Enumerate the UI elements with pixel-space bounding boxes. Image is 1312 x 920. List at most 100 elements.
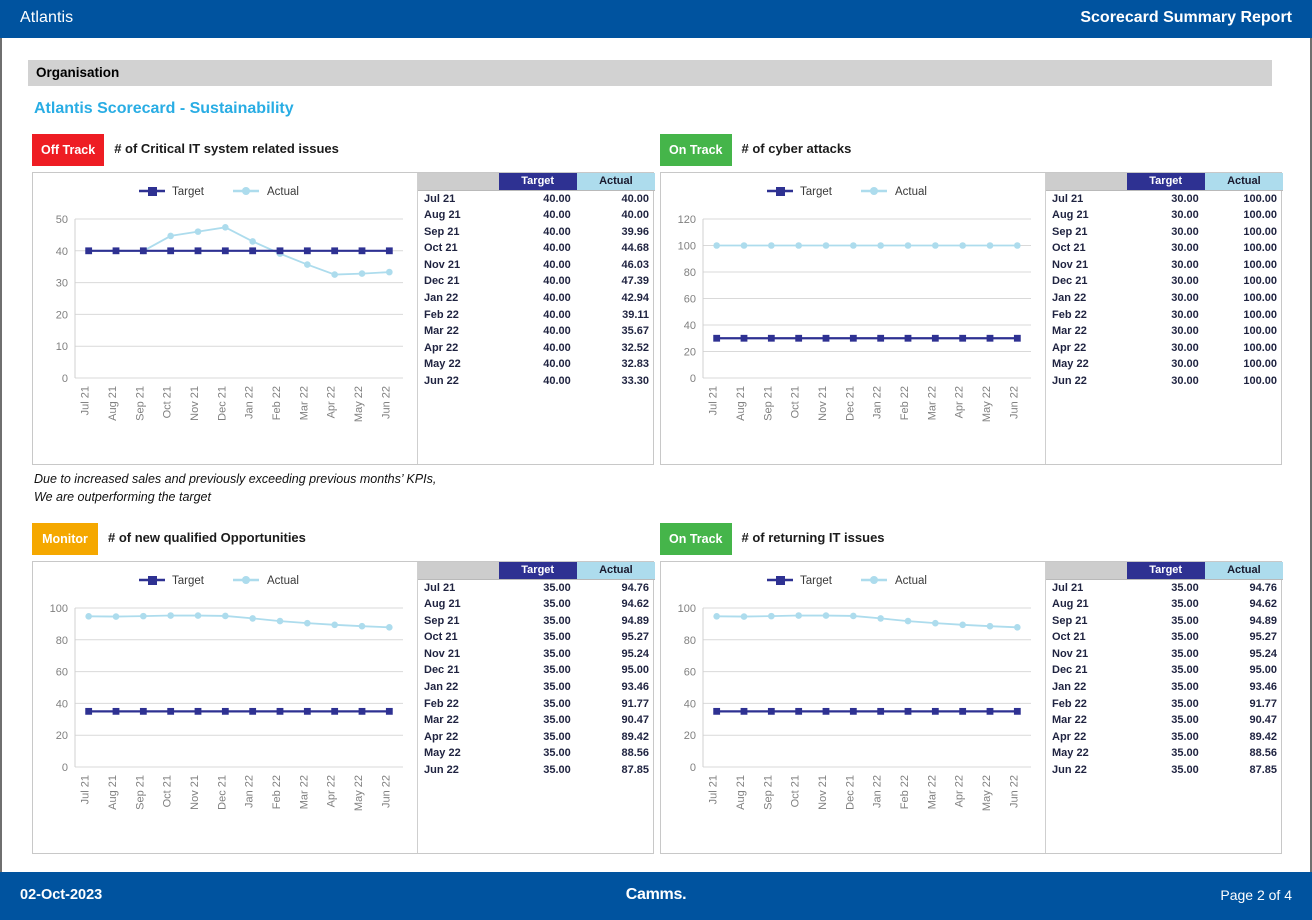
cell-period: Aug 21: [424, 598, 461, 611]
cell-actual: 32.83: [621, 358, 649, 371]
kpi-line-chart: Target Actual 0 20 40 60 80 100 120 Jul 21 Aug 21 S…: [678, 186, 1031, 422]
cell-period: Apr 22: [424, 730, 459, 743]
cell-target: 35.00: [1171, 647, 1199, 660]
table-row: Jan 22 35.00 93.46: [418, 679, 655, 696]
cell-actual: 95.00: [1249, 664, 1277, 677]
cell-period: Jul 21: [1052, 581, 1084, 594]
status-badge[interactable]: Off Track: [32, 134, 105, 166]
cell-actual: 95.27: [621, 631, 649, 644]
cell-period: Dec 21: [424, 275, 460, 288]
svg-text:May 22: May 22: [981, 775, 993, 811]
svg-text:Jun 22: Jun 22: [1008, 775, 1020, 808]
cell-actual: 88.56: [1249, 747, 1277, 760]
cell-period: Nov 21: [424, 647, 461, 660]
svg-text:Dec 21: Dec 21: [844, 386, 856, 421]
cell-target: 35.00: [1171, 714, 1199, 727]
kpi-header: On Track # of returning IT issues: [660, 523, 1282, 555]
table-row: Apr 22 35.00 89.42: [1046, 729, 1283, 746]
cell-actual: 32.52: [621, 341, 649, 354]
kpi-title: # of returning IT issues: [741, 530, 885, 545]
kpi-header: Monitor # of new qualified Opportunities: [32, 523, 654, 555]
column-header-actual: Actual: [576, 562, 655, 580]
table-row: Mar 22 40.00 35.67: [418, 323, 655, 340]
column-header-target: Target: [1126, 562, 1205, 580]
report-page: Atlantis Scorecard Summary Report Organi…: [0, 0, 1312, 920]
cell-period: Jan 22: [424, 681, 459, 694]
cell-actual: 100.00: [1243, 292, 1277, 305]
cell-target: 40.00: [543, 308, 571, 321]
kpi-title: # of cyber attacks: [741, 141, 852, 156]
column-header-target: Target: [498, 562, 577, 580]
svg-text:Apr 22: Apr 22: [954, 386, 966, 418]
svg-text:80: 80: [56, 635, 68, 647]
cell-period: Feb 22: [424, 697, 459, 710]
cell-target: 40.00: [543, 375, 571, 388]
cell-actual: 39.96: [621, 225, 649, 238]
cell-period: Jun 22: [1052, 375, 1087, 388]
status-badge[interactable]: Monitor: [32, 523, 98, 555]
svg-text:Aug 21: Aug 21: [107, 386, 119, 421]
svg-text:Sep 21: Sep 21: [134, 775, 146, 810]
kpi-header: On Track # of cyber attacks: [660, 134, 1282, 166]
cell-actual: 100.00: [1243, 341, 1277, 354]
cell-actual: 100.00: [1243, 192, 1277, 205]
svg-text:100: 100: [678, 241, 696, 253]
kpi-data-table-wrapper: Target Actual Jul 21 40.00 40.00 Aug 21 …: [417, 173, 655, 464]
svg-text:Dec 21: Dec 21: [844, 775, 856, 810]
chart-gridlines: 0 20 40 60 80 100: [50, 603, 403, 774]
svg-text:Apr 22: Apr 22: [326, 775, 338, 807]
status-badge[interactable]: On Track: [660, 134, 732, 166]
cell-period: Sep 21: [1052, 614, 1088, 627]
svg-text:Target: Target: [800, 186, 833, 198]
kpi-block: On Track # of returning IT issues Target Ac…: [660, 523, 1283, 854]
cell-period: Jun 22: [1052, 764, 1087, 777]
cell-target: 40.00: [543, 192, 571, 205]
svg-text:Jan 22: Jan 22: [872, 775, 884, 808]
chart-x-axis-labels: Jul 21 Aug 21 Sep 21 Oct 21 Nov 21 Dec 21 Jan …: [708, 386, 1021, 422]
cell-actual: 95.27: [1249, 631, 1277, 644]
table-header-row: Target Actual: [1046, 562, 1283, 580]
cell-actual: 100.00: [1243, 358, 1277, 371]
table-row: Oct 21 40.00 44.68: [418, 240, 655, 257]
chart-x-axis-labels: Jul 21 Aug 21 Sep 21 Oct 21 Nov 21 Dec 21 Jan …: [80, 775, 393, 811]
cell-actual: 89.42: [621, 730, 649, 743]
cell-period: Apr 22: [424, 341, 459, 354]
chart-x-axis-labels: Jul 21 Aug 21 Sep 21 Oct 21 Nov 21 Dec 21 Jan …: [80, 386, 393, 422]
cell-period: Nov 21: [1052, 258, 1089, 271]
cell-target: 30.00: [1171, 358, 1199, 371]
cell-period: Mar 22: [1052, 714, 1087, 727]
column-header-actual: Actual: [1204, 562, 1283, 580]
cell-target: 40.00: [543, 325, 571, 338]
kpi-line-chart: Target Actual 0 20 40 60 80 100 Jul 21 Aug 21 Sep …: [50, 575, 403, 811]
cell-actual: 100.00: [1243, 209, 1277, 222]
status-badge[interactable]: On Track: [660, 523, 732, 555]
table-row: Jul 21 35.00 94.76: [1046, 579, 1283, 596]
table-row: Jun 22 30.00 100.00: [1046, 373, 1283, 390]
cell-target: 35.00: [543, 664, 571, 677]
svg-text:Apr 22: Apr 22: [954, 775, 966, 807]
table-row: Sep 21 35.00 94.89: [1046, 613, 1283, 630]
cell-target: 30.00: [1171, 242, 1199, 255]
svg-text:Jul 21: Jul 21: [708, 386, 720, 415]
svg-text:Jul 21: Jul 21: [80, 775, 92, 804]
cell-period: Nov 21: [1052, 647, 1089, 660]
table-row: Nov 21 35.00 95.24: [418, 646, 655, 663]
svg-text:Mar 22: Mar 22: [926, 386, 938, 420]
table-row: Aug 21 40.00 40.00: [418, 207, 655, 224]
organisation-band: Organisation: [28, 60, 1272, 86]
cell-period: Mar 22: [424, 325, 459, 338]
organisation-name: Atlantis: [20, 9, 74, 26]
table-row: Jan 22 30.00 100.00: [1046, 290, 1283, 307]
cell-period: Mar 22: [424, 714, 459, 727]
svg-text:Feb 22: Feb 22: [271, 386, 283, 420]
chart-area: Target Actual 0 10 20 30 40 50 Jul 21 Aug 21 Sep 2…: [33, 173, 417, 464]
chart-legend: Target Actual: [139, 575, 299, 587]
svg-text:May 22: May 22: [353, 386, 365, 422]
table-row: Apr 22 40.00 32.52: [418, 340, 655, 357]
cell-period: Sep 21: [424, 225, 460, 238]
svg-text:40: 40: [56, 246, 68, 258]
table-row: Sep 21 40.00 39.96: [418, 224, 655, 241]
cell-period: Jun 22: [424, 375, 459, 388]
cell-period: May 22: [1052, 747, 1089, 760]
cell-target: 40.00: [543, 358, 571, 371]
